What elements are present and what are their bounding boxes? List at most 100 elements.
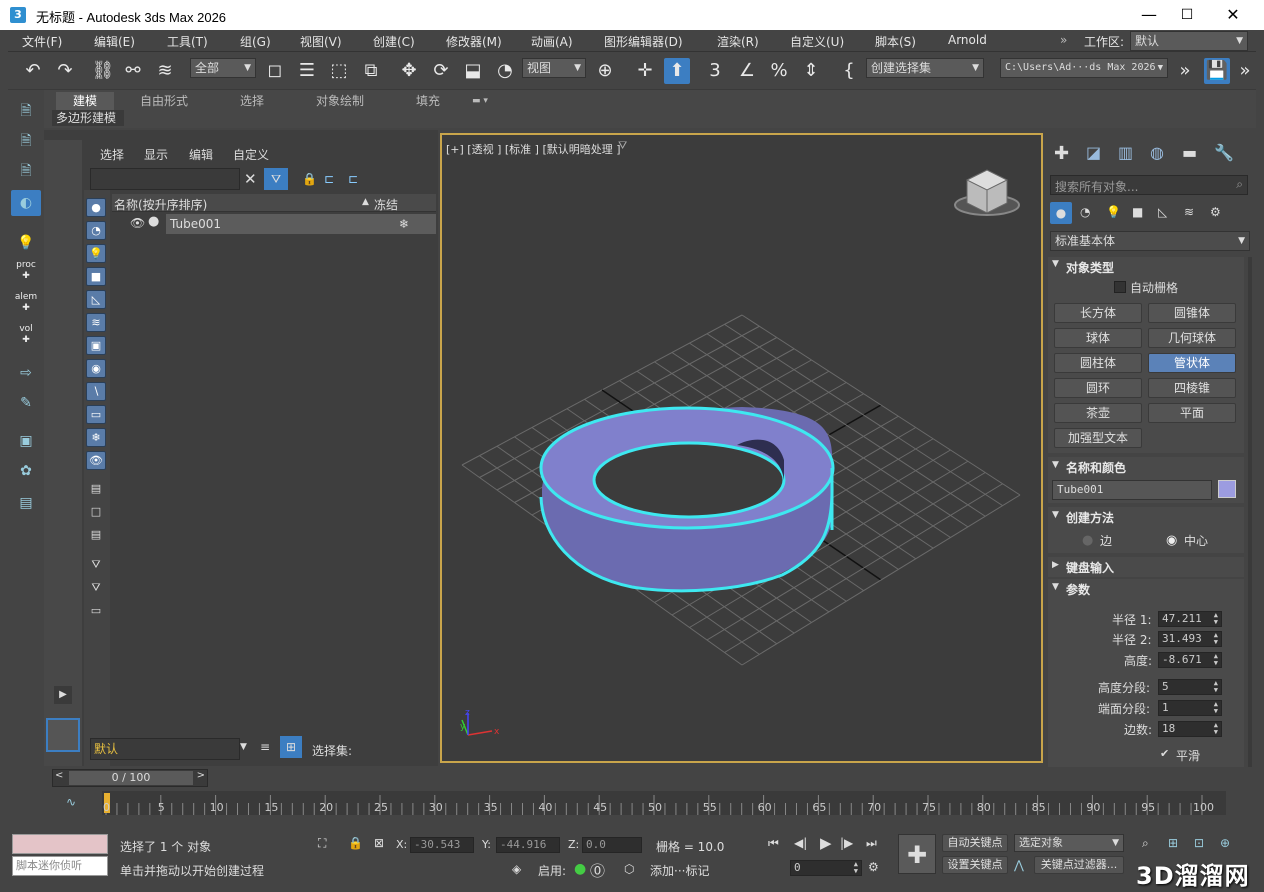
snowflake-icon[interactable]: ❄ (372, 214, 436, 234)
perspective-viewport[interactable]: [+] [透视 ] [标准 ] [默认明暗处理 ] ⛛ y x z (440, 133, 1043, 763)
play-icon[interactable]: ▶ (820, 834, 832, 852)
redo-icon[interactable]: ↷ (52, 58, 78, 84)
selection-filter-dropdown[interactable]: 全部 ▼ (190, 58, 256, 78)
save-icon[interactable]: 💾 (1204, 58, 1230, 84)
menu-rendering[interactable]: 渲染(R) (717, 33, 759, 50)
zoom-extents-icon[interactable]: ⊡ (1194, 836, 1204, 850)
helpers-filter-icon[interactable]: ◺ (86, 290, 106, 309)
y-coord-field[interactable]: -44.916 (496, 837, 560, 853)
explorer-search-input[interactable] (90, 168, 240, 190)
select-by-name-icon[interactable]: ☰ (294, 58, 320, 84)
column-name-header[interactable]: 名称(按升序排序) (114, 196, 207, 213)
maximize-button[interactable]: ☐ (1164, 0, 1210, 30)
proc-icon[interactable]: proc ✚ (11, 260, 41, 286)
link-icon[interactable]: ⛓ (90, 58, 116, 84)
creation-method-title[interactable]: 创建方法 (1066, 509, 1114, 526)
alem-icon[interactable]: alem ✚ (11, 292, 41, 318)
box-button[interactable]: 长方体 (1054, 303, 1142, 323)
panel-scrollbar[interactable] (1248, 257, 1252, 767)
frozen-filter-icon[interactable]: ❄ (86, 428, 106, 447)
folder-icon[interactable]: ▭ (86, 602, 106, 621)
scale-icon[interactable]: ⬓ (460, 58, 486, 84)
go-to-end-icon[interactable]: ⏭ (866, 836, 877, 851)
parameters-title[interactable]: 参数 (1066, 581, 1090, 598)
table-row[interactable]: 👁 ● Tube001 ❄ (112, 214, 436, 234)
create-document-icon[interactable]: 🗎 (11, 98, 41, 124)
rotate-icon[interactable]: ⟳ (428, 58, 454, 84)
placement-icon[interactable]: ◔ (492, 58, 518, 84)
menu-group[interactable]: 组(G) (240, 33, 271, 50)
menu-create[interactable]: 创建(C) (373, 33, 415, 50)
edit-document-icon[interactable]: 🗎 (11, 128, 41, 154)
tube-button[interactable]: 管状体 (1148, 353, 1236, 373)
hierarchy-view-icon[interactable]: ⊞ (280, 736, 302, 758)
torus-button[interactable]: 圆环 (1054, 378, 1142, 398)
pyramid-button[interactable]: 四棱锥 (1148, 378, 1236, 398)
percent-snap-icon[interactable]: % (766, 58, 792, 84)
xrefs-filter-icon[interactable]: ◉ (86, 359, 106, 378)
lock-icon[interactable]: 🔒 (302, 172, 317, 186)
funnel-icon[interactable]: ⛛ (86, 556, 106, 575)
explorer-menu-edit[interactable]: 编辑 (189, 146, 213, 163)
menu-file[interactable]: 文件(F) (22, 33, 62, 50)
chevron-right-icon[interactable]: » (1060, 33, 1067, 47)
funnel-options-icon[interactable]: ⛛ (86, 579, 106, 598)
spacewarps-filter-icon[interactable]: ≋ (86, 313, 106, 332)
frame-display[interactable]: 0 / 100 (69, 771, 193, 785)
filter-icon[interactable]: ⛛ (264, 168, 288, 190)
menu-edit[interactable]: 编辑(E) (94, 33, 135, 50)
orbit-icon[interactable]: ⊕ (1220, 836, 1230, 850)
object-search-input[interactable]: 搜索所有对象... ⌕ (1050, 175, 1248, 195)
shapes-icon[interactable]: ◔ (1080, 205, 1090, 219)
zero-toggle-icon[interactable]: ⓪ (590, 860, 605, 881)
workspace-dropdown[interactable]: 默认 ▼ (1130, 31, 1248, 51)
play-arrow-icon[interactable]: ▶ (54, 686, 72, 704)
window-crossing-icon[interactable]: ⧉ (358, 58, 384, 84)
object-color-swatch[interactable] (1218, 480, 1236, 498)
arrow-tool-icon[interactable]: ⇨ (11, 360, 41, 386)
ribbon-options-icon[interactable]: ▬ ▾ (472, 92, 488, 110)
subtab-polygon-modeling[interactable]: 多边形建模 (52, 110, 124, 126)
window-icon[interactable]: ▤ (11, 490, 41, 516)
menu-customize[interactable]: 自定义(U) (790, 33, 844, 50)
column-freeze-header[interactable]: 冻结 (374, 196, 398, 213)
script-listener[interactable]: 脚本迷你侦听 (12, 856, 108, 876)
display-all-icon[interactable]: ▤ (86, 480, 106, 499)
close-button[interactable]: ✕ (1210, 0, 1256, 30)
zoom-all-icon[interactable]: ⊞ (1168, 836, 1178, 850)
curve-editor-icon[interactable]: ∿ (66, 795, 76, 809)
next-key-icon[interactable]: |▶ (840, 836, 853, 850)
category-dropdown[interactable]: 标准基本体 ▼ (1050, 231, 1250, 251)
hierarchy-icon[interactable]: ⊏ (324, 172, 334, 186)
lights-icon[interactable]: 💡 (1106, 205, 1121, 219)
sphere-button[interactable]: 球体 (1054, 328, 1142, 348)
cap-segments-spinner[interactable]: 1 ▲ ▼ (1158, 700, 1222, 716)
collapse-icon[interactable]: ▼ (1052, 259, 1059, 269)
menu-scripting[interactable]: 脚本(S) (875, 33, 916, 50)
collapse-icon[interactable]: ▼ (1052, 510, 1059, 520)
key-filters-button[interactable]: 关键点过滤器... (1034, 856, 1124, 874)
cameras-filter-icon[interactable]: ■ (86, 267, 106, 286)
cylinder-button[interactable]: 圆柱体 (1054, 353, 1142, 373)
hierarchy-tab-icon[interactable]: ▥ (1118, 143, 1133, 162)
key-filter-icon[interactable]: ⋀ (1014, 858, 1024, 872)
scene-explorer-icon[interactable]: ◐ (11, 190, 41, 216)
tab-modeling[interactable]: 建模 (56, 92, 114, 110)
key-mode-dropdown[interactable]: 选定对象 ▼ (1014, 834, 1124, 852)
explorer-menu-customize[interactable]: 自定义 (233, 146, 269, 163)
x-coord-field[interactable]: -30.543 (410, 837, 474, 853)
motion-tab-icon[interactable]: ◍ (1150, 143, 1164, 162)
utilities-tab-icon[interactable]: 🔧 (1214, 143, 1234, 162)
paint-icon[interactable]: ✿ (11, 458, 41, 484)
time-config-icon[interactable]: ⚙ (868, 860, 879, 874)
rect-selection-icon[interactable]: ⬚ (326, 58, 352, 84)
menu-animation[interactable]: 动画(A) (531, 33, 573, 50)
select-manipulate-icon[interactable]: ✛ (632, 58, 658, 84)
named-selection-dropdown[interactable]: 创建选择集 ▼ (866, 58, 984, 78)
menu-graph-editors[interactable]: 图形编辑器(D) (604, 33, 683, 50)
add-time-tag[interactable]: 添加···标记 (650, 862, 709, 879)
object-name-field[interactable]: Tube001 (1052, 480, 1212, 500)
select-object-icon[interactable]: ◻ (262, 58, 288, 84)
radio-center[interactable]: ◉ (1166, 533, 1177, 548)
lock-selection-icon[interactable]: 🔒 (348, 836, 363, 850)
